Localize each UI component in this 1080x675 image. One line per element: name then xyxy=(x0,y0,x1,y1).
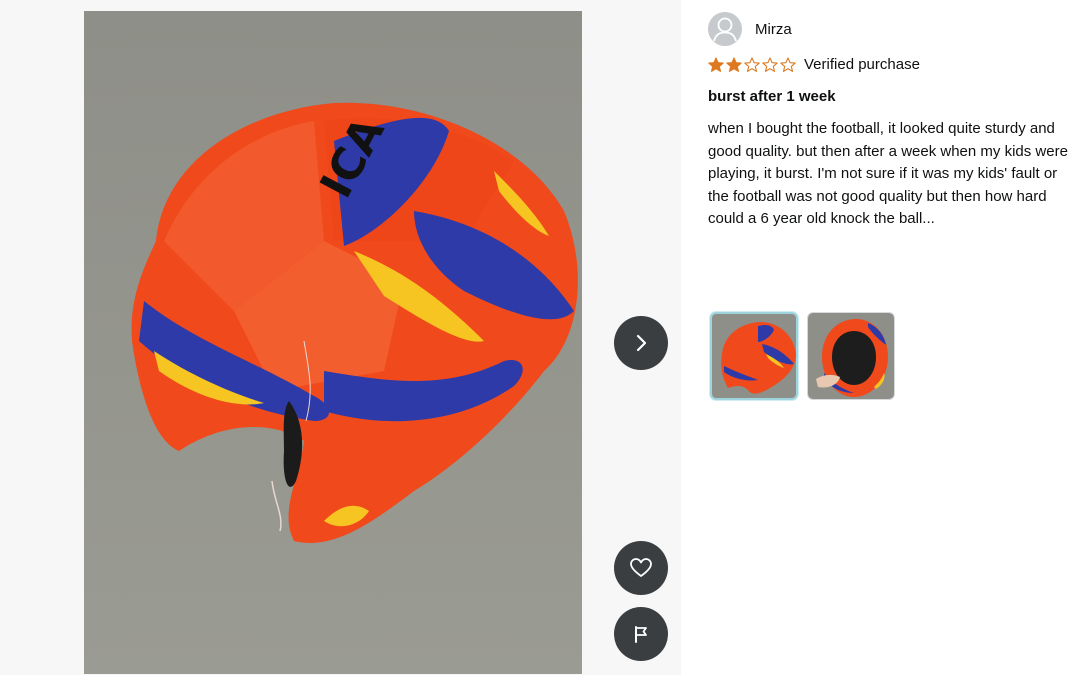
heart-icon xyxy=(630,558,652,577)
review-body-line: good quality. but then after a week when… xyxy=(708,142,1068,160)
review-title: burst after 1 week xyxy=(708,88,836,105)
star-filled-icon xyxy=(708,56,724,72)
next-image-button[interactable] xyxy=(614,316,668,370)
review-body-line: playing, it burst. I'm not sure if it wa… xyxy=(708,165,1058,182)
author-name: Mirza xyxy=(755,20,792,38)
review-author[interactable]: Mirza xyxy=(708,12,792,46)
review-body: when I bought the football, it looked qu… xyxy=(708,118,1080,231)
star-empty-icon xyxy=(744,56,760,72)
media-viewer: ICA xyxy=(0,0,681,675)
review-panel: Mirza Verified purchase burst after 1 we… xyxy=(708,0,1080,675)
review-photo: ICA xyxy=(84,11,582,674)
thumbnail-1[interactable] xyxy=(710,312,798,400)
review-body-line: when I bought the football, it looked qu… xyxy=(708,120,1055,137)
star-empty-icon xyxy=(762,56,778,72)
star-empty-icon xyxy=(780,56,796,72)
image-thumbnails xyxy=(710,312,895,400)
rating-row: Verified purchase xyxy=(708,56,920,73)
helpful-like-button[interactable] xyxy=(614,541,668,595)
verified-purchase-badge: Verified purchase xyxy=(804,56,920,73)
flag-icon xyxy=(635,626,647,643)
review-body-line: could a 6 year old knock the ball... xyxy=(708,210,935,227)
chevron-right-icon xyxy=(636,334,647,352)
star-rating[interactable] xyxy=(708,56,798,73)
review-body-line: the football was not good quality but th… xyxy=(708,187,1047,205)
report-button[interactable] xyxy=(614,607,668,661)
thumbnail-2[interactable] xyxy=(807,312,895,400)
user-silhouette-icon xyxy=(708,12,742,46)
star-filled-icon xyxy=(726,56,742,72)
